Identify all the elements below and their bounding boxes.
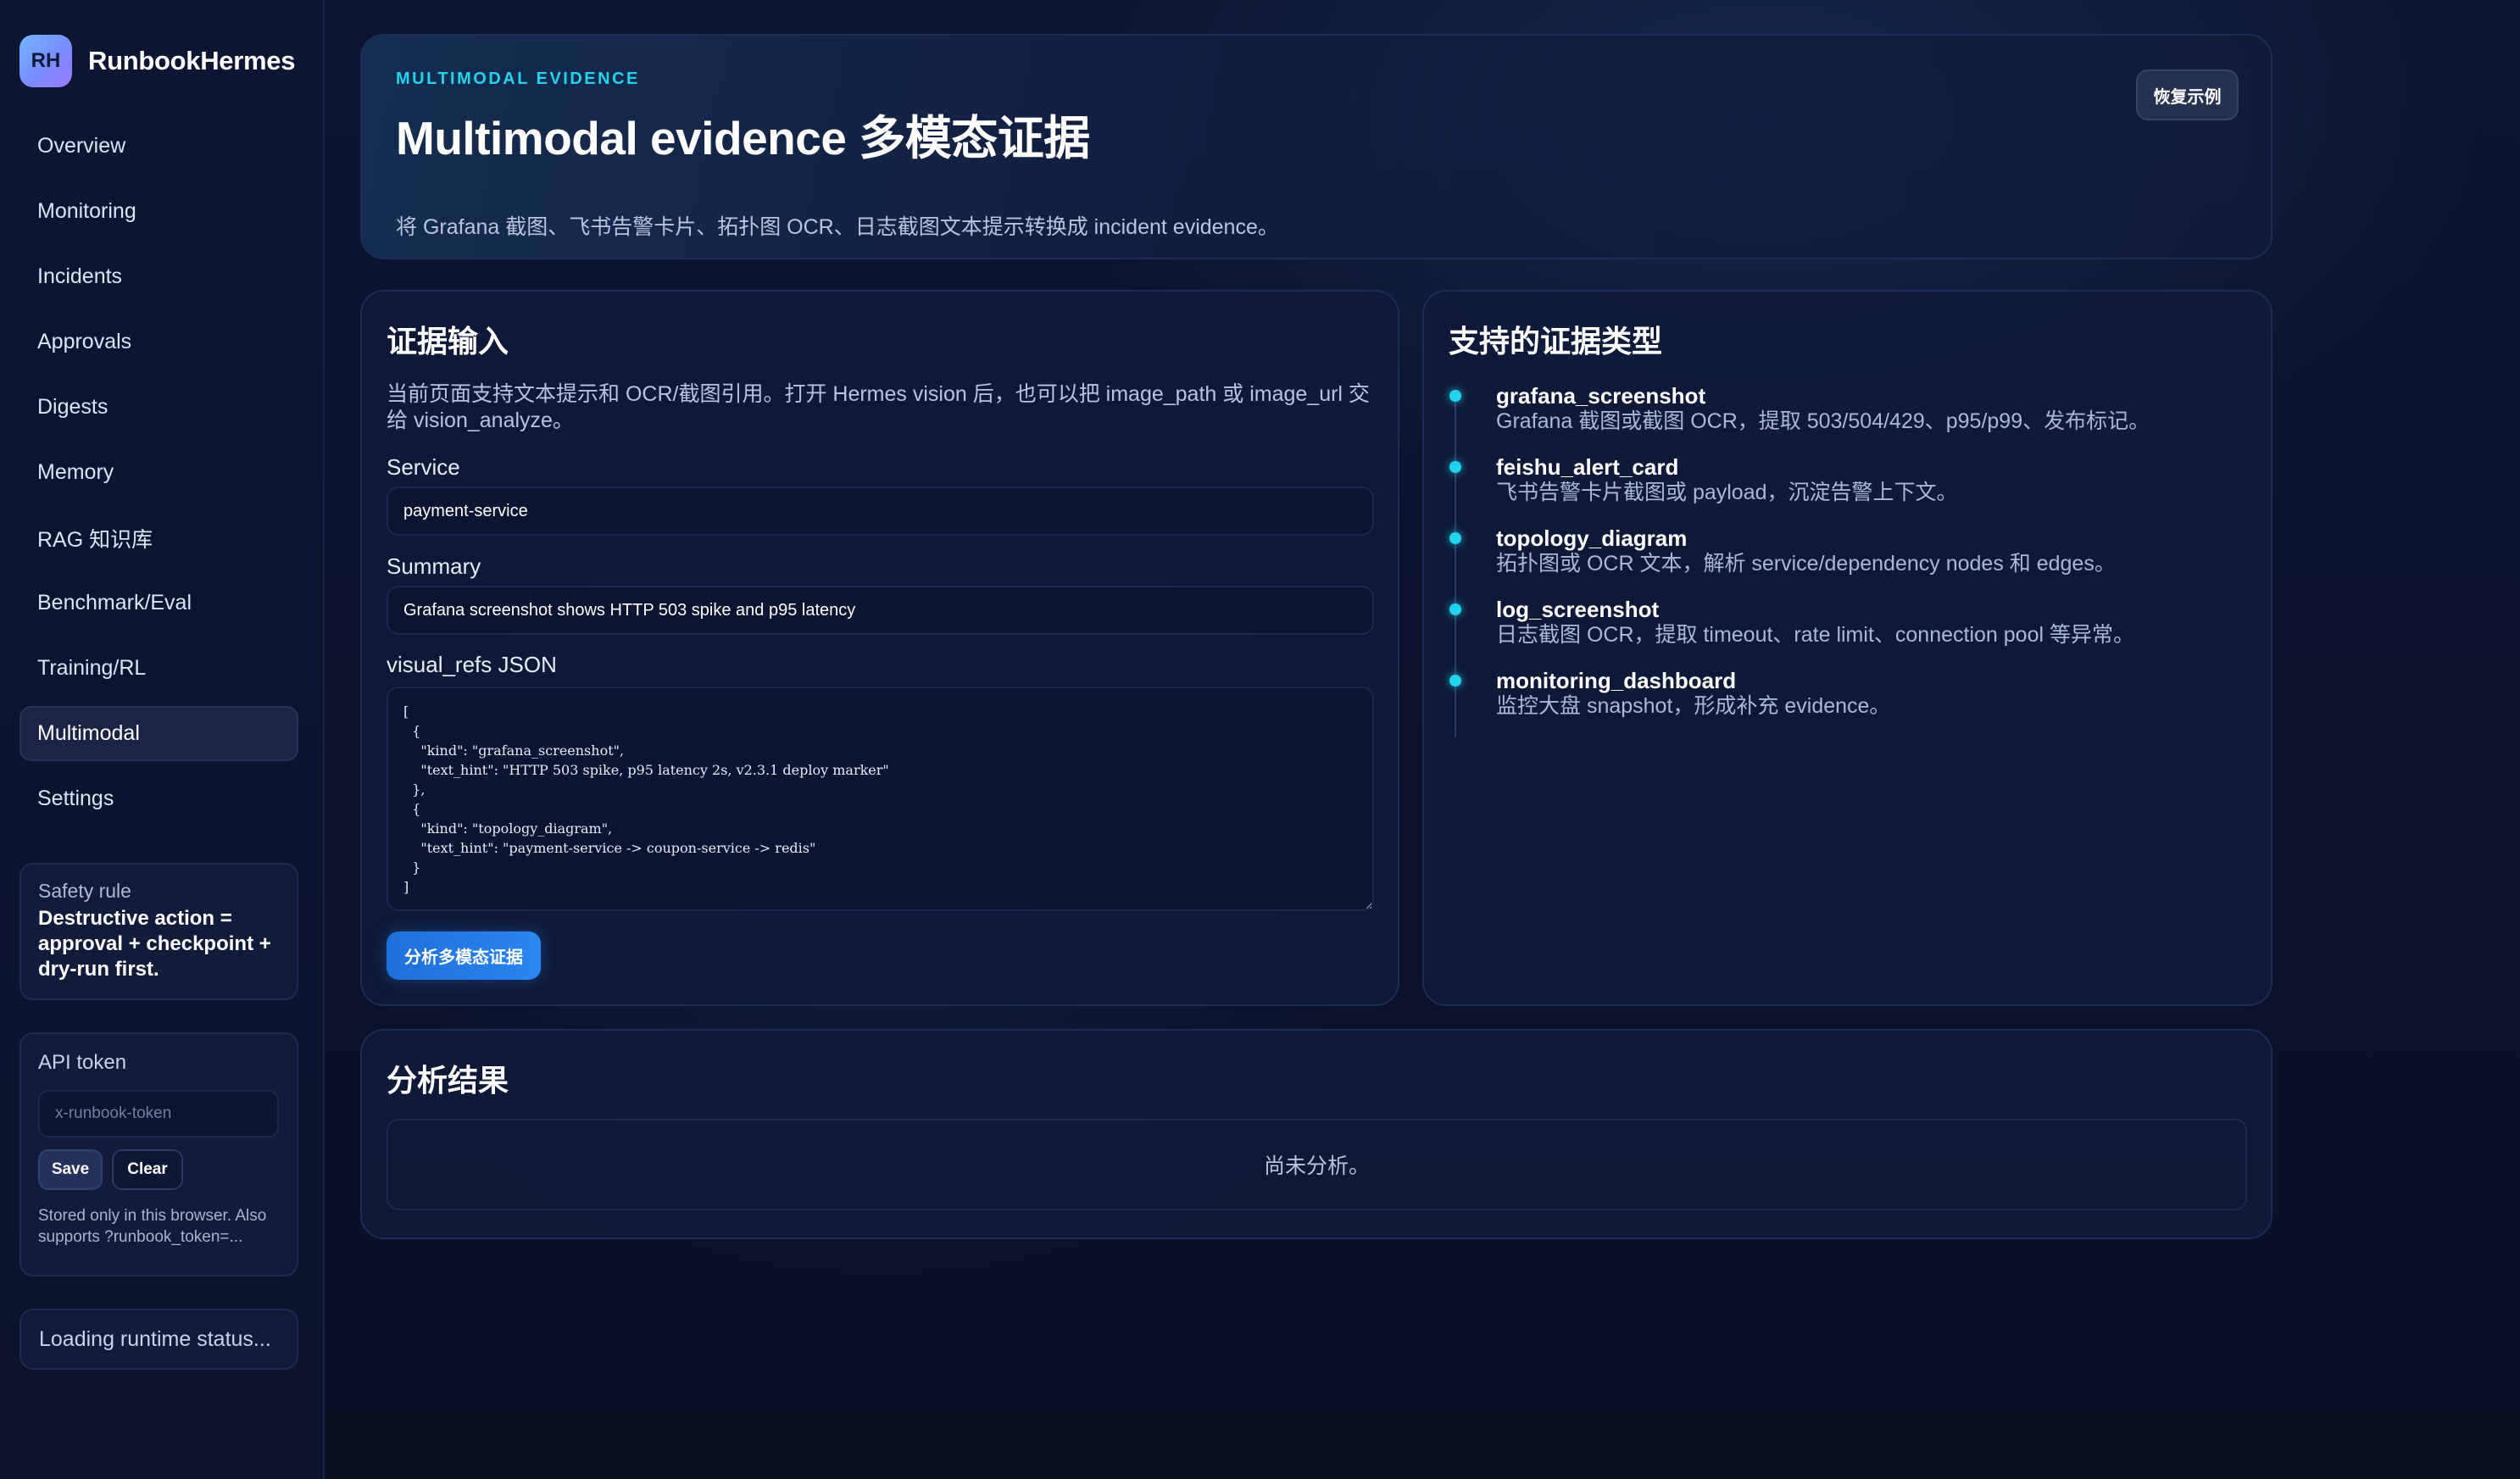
visual-refs-label: visual_refs JSON bbox=[387, 652, 557, 677]
list-item: grafana_screenshot Grafana 截图或截图 OCR，提取 … bbox=[1449, 383, 2255, 454]
sidebar-item-monitoring[interactable]: Monitoring bbox=[19, 184, 298, 239]
analyze-evidence-button[interactable]: 分析多模态证据 bbox=[387, 931, 541, 980]
sidebar-item-training[interactable]: Training/RL bbox=[19, 641, 298, 696]
evidence-type-name: grafana_screenshot bbox=[1496, 383, 1706, 409]
sidebar-item-incidents[interactable]: Incidents bbox=[19, 249, 298, 304]
sidebar-nav: Overview Monitoring Incidents Approvals … bbox=[19, 119, 298, 837]
supported-types-panel: 支持的证据类型 grafana_screenshot Grafana 截图或截图… bbox=[1422, 290, 2272, 1006]
rh-logo-icon: RH bbox=[19, 35, 72, 87]
supported-types-title: 支持的证据类型 bbox=[1449, 324, 1663, 359]
page-header: MULTIMODAL EVIDENCE Multimodal evidence … bbox=[360, 34, 2272, 259]
cyan-dot-icon bbox=[1449, 390, 1461, 402]
evidence-type-name: topology_diagram bbox=[1496, 525, 1688, 551]
sidebar-item-digests[interactable]: Digests bbox=[19, 380, 298, 435]
evidence-type-desc: Grafana 截图或截图 OCR，提取 503/504/429、p95/p99… bbox=[1496, 409, 2150, 433]
sidebar-item-settings[interactable]: Settings bbox=[19, 771, 298, 826]
evidence-type-desc: 飞书告警卡片截图或 payload，沉淀告警上下文。 bbox=[1496, 481, 1958, 504]
api-token-actions: Save Clear bbox=[38, 1149, 280, 1190]
api-token-label: API token bbox=[38, 1051, 127, 1074]
cyan-dot-icon bbox=[1449, 532, 1461, 544]
evidence-type-name: feishu_alert_card bbox=[1496, 454, 1679, 480]
api-token-note: Stored only in this browser. Also suppor… bbox=[38, 1207, 267, 1246]
visual-refs-textarea[interactable]: [ { "kind": "grafana_screenshot", "text_… bbox=[387, 687, 1374, 911]
list-item: log_screenshot 日志截图 OCR，提取 timeout、rate … bbox=[1449, 597, 2255, 668]
safety-rule-text: Destructive action = approval + checkpoi… bbox=[38, 907, 271, 981]
brand-name: RunbookHermes bbox=[88, 46, 296, 75]
evidence-type-list: grafana_screenshot Grafana 截图或截图 OCR，提取 … bbox=[1449, 383, 2255, 739]
summary-label: Summary bbox=[387, 553, 481, 579]
summary-input[interactable] bbox=[387, 586, 1374, 635]
runtime-status: Loading runtime status... bbox=[19, 1309, 298, 1370]
evidence-input-title: 证据输入 bbox=[387, 324, 509, 359]
cyan-dot-icon bbox=[1449, 603, 1461, 615]
list-item: topology_diagram 拓扑图或 OCR 文本，解析 service/… bbox=[1449, 525, 2255, 597]
page-title: Multimodal evidence 多模态证据 bbox=[396, 112, 1090, 164]
save-token-button[interactable]: Save bbox=[38, 1149, 103, 1190]
clear-token-button[interactable]: Clear bbox=[112, 1149, 183, 1190]
sidebar-item-memory[interactable]: Memory bbox=[19, 445, 298, 500]
cyan-dot-icon bbox=[1449, 675, 1461, 687]
sidebar: RH RunbookHermes Overview Monitoring Inc… bbox=[0, 0, 325, 1479]
evidence-type-name: monitoring_dashboard bbox=[1496, 668, 1737, 693]
list-item: monitoring_dashboard 监控大盘 snapshot，形成补充 … bbox=[1449, 668, 2255, 739]
evidence-input-intro: 当前页面支持文本提示和 OCR/截图引用。打开 Hermes vision 后，… bbox=[387, 382, 1370, 432]
evidence-type-name: log_screenshot bbox=[1496, 597, 1660, 622]
page-subtitle: 将 Grafana 截图、飞书告警卡片、拓扑图 OCR、日志截图文本提示转换成 … bbox=[396, 215, 1279, 239]
api-token-card: API token Save Clear Stored only in this… bbox=[19, 1032, 298, 1276]
cyan-dot-icon bbox=[1449, 461, 1461, 473]
api-token-input[interactable] bbox=[38, 1090, 279, 1137]
brand[interactable]: RH RunbookHermes bbox=[19, 34, 295, 88]
evidence-type-desc: 日志截图 OCR，提取 timeout、rate limit、connectio… bbox=[1496, 623, 2134, 647]
evidence-type-desc: 拓扑图或 OCR 文本，解析 service/dependency nodes … bbox=[1496, 552, 2116, 575]
sidebar-item-multimodal[interactable]: Multimodal bbox=[19, 706, 298, 761]
sidebar-item-rag[interactable]: RAG 知识库 bbox=[19, 510, 298, 565]
safety-rule-card: Safety rule Destructive action = approva… bbox=[19, 863, 298, 1000]
list-item: feishu_alert_card 飞书告警卡片截图或 payload，沉淀告警… bbox=[1449, 454, 2255, 525]
page-eyebrow: MULTIMODAL EVIDENCE bbox=[396, 70, 640, 88]
restore-example-button[interactable]: 恢复示例 bbox=[2136, 70, 2239, 120]
sidebar-item-overview[interactable]: Overview bbox=[19, 119, 298, 174]
service-label: Service bbox=[387, 454, 460, 480]
analysis-results-empty: 尚未分析。 bbox=[387, 1119, 2247, 1210]
sidebar-item-benchmark[interactable]: Benchmark/Eval bbox=[19, 575, 298, 631]
sidebar-item-approvals[interactable]: Approvals bbox=[19, 314, 298, 370]
safety-rule-label: Safety rule bbox=[38, 880, 131, 902]
analysis-results-title: 分析结果 bbox=[387, 1063, 509, 1098]
evidence-type-desc: 监控大盘 snapshot，形成补充 evidence。 bbox=[1496, 694, 1891, 718]
analysis-results-panel: 分析结果 尚未分析。 bbox=[360, 1029, 2272, 1239]
service-input[interactable] bbox=[387, 487, 1374, 536]
evidence-input-panel: 证据输入 当前页面支持文本提示和 OCR/截图引用。打开 Hermes visi… bbox=[360, 290, 1399, 1006]
